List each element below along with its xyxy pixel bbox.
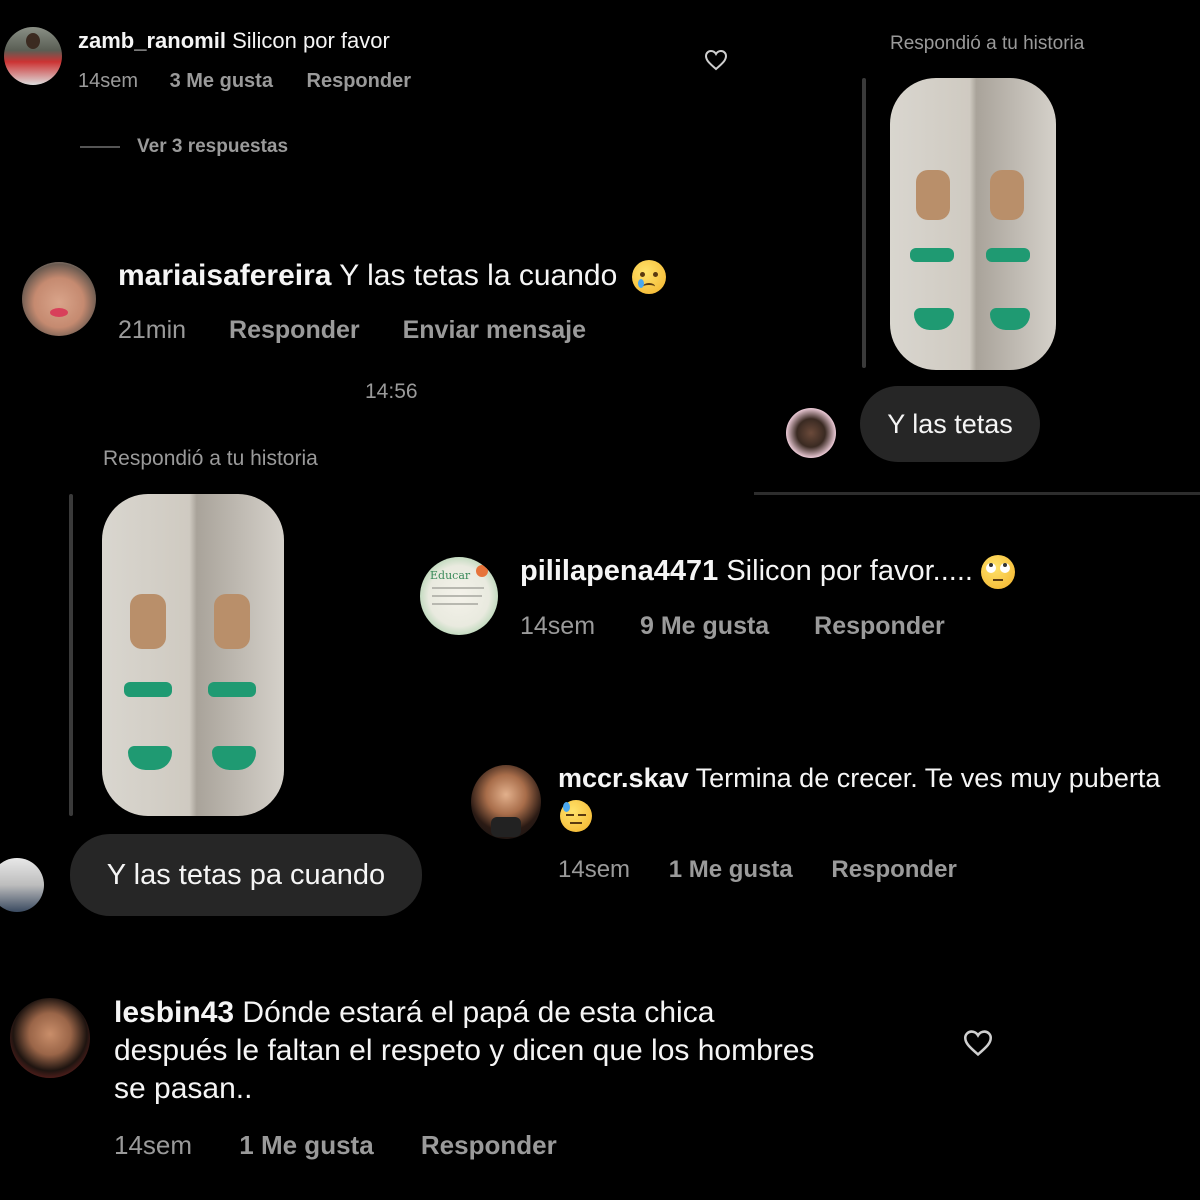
username[interactable]: mccr.skav: [558, 763, 689, 793]
comment-time: 14sem: [520, 612, 596, 640]
comment-text: Silicon por favor: [232, 28, 390, 53]
eye-roll-face-icon: [981, 555, 1016, 590]
username[interactable]: lesbin43: [114, 996, 234, 1029]
story-thumbnail[interactable]: [102, 494, 284, 816]
story-quote-bar: [862, 78, 866, 368]
panel-divider: [754, 492, 1200, 495]
likes-count[interactable]: 3 Me gusta: [170, 70, 273, 92]
send-message-button[interactable]: Enviar mensaje: [403, 316, 586, 344]
downcast-sweat-face-icon: [560, 800, 592, 832]
comment-time: 14sem: [558, 856, 631, 883]
comment-time: 14sem: [78, 70, 139, 92]
story-reply-label: Respondió a tu historia: [890, 33, 1085, 54]
story-thumbnail[interactable]: [890, 78, 1056, 370]
view-replies-button[interactable]: Ver 3 respuestas: [137, 136, 288, 158]
avatar-text: Educar: [430, 569, 471, 582]
replies-divider: [80, 146, 120, 148]
comment-text: Termina de crecer. Te ves muy puberta: [695, 763, 1161, 793]
comment-text: Silicon por favor.....: [726, 555, 973, 587]
crying-face-icon: [631, 260, 666, 295]
message-text: Y las tetas: [887, 408, 1013, 439]
comment-time: 21min: [118, 316, 187, 344]
avatar[interactable]: [786, 408, 836, 458]
avatar[interactable]: Educar: [420, 557, 498, 635]
comment-text: Y las tetas la cuando: [339, 259, 618, 292]
likes-count[interactable]: 1 Me gusta: [669, 856, 793, 883]
comment-text: Dónde estará el papá de esta chica: [242, 996, 715, 1029]
comment-time: 14sem: [114, 1130, 193, 1160]
avatar[interactable]: [22, 262, 96, 336]
heart-icon[interactable]: [962, 1029, 994, 1057]
comment-text-line-3: se pasan..: [114, 1072, 253, 1105]
avatar[interactable]: [10, 998, 90, 1078]
message-timestamp: 14:56: [365, 380, 418, 403]
reply-button[interactable]: Responder: [421, 1130, 557, 1160]
username[interactable]: pililapena4471: [520, 555, 718, 587]
likes-count[interactable]: 1 Me gusta: [239, 1130, 373, 1160]
reply-button[interactable]: Responder: [814, 612, 945, 640]
story-reply-label: Respondió a tu historia: [103, 447, 318, 470]
avatar[interactable]: [0, 858, 44, 912]
heart-icon[interactable]: [704, 49, 728, 71]
likes-count[interactable]: 9 Me gusta: [640, 612, 769, 640]
reply-button[interactable]: Responder: [229, 316, 360, 344]
avatar[interactable]: [471, 765, 541, 839]
message-text: Y las tetas pa cuando: [106, 858, 386, 891]
username[interactable]: mariaisafereira: [118, 259, 332, 292]
comment-text-line-2: después le faltan el respeto y dicen que…: [114, 1034, 815, 1067]
story-quote-bar: [69, 494, 73, 816]
username[interactable]: zamb_ranomil: [78, 28, 226, 53]
message-bubble[interactable]: Y las tetas pa cuando: [70, 834, 422, 916]
reply-button[interactable]: Responder: [831, 856, 956, 883]
avatar[interactable]: [4, 27, 62, 85]
reply-button[interactable]: Responder: [307, 70, 411, 92]
message-bubble[interactable]: Y las tetas: [860, 386, 1040, 462]
